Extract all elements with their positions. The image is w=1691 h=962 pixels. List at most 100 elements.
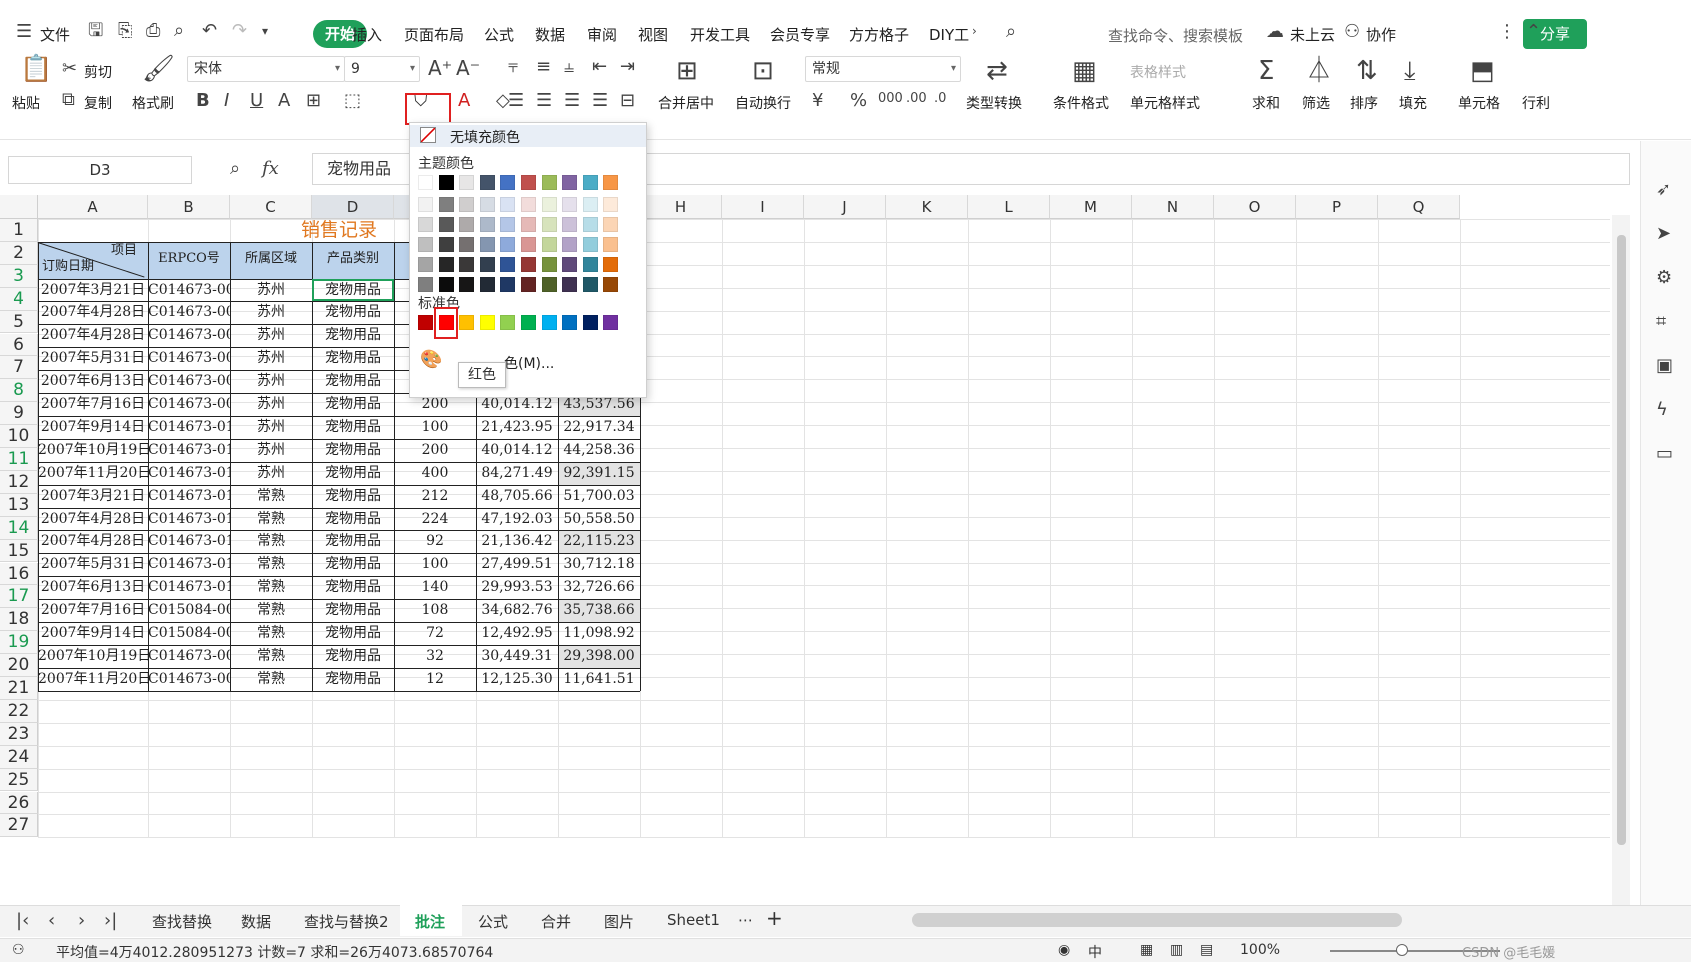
theme-shade-swatch[interactable] [438, 217, 454, 232]
code-cell[interactable]: C014673-012 [148, 462, 230, 485]
normal-view-icon[interactable]: ▦ [1140, 942, 1153, 958]
theme-shade-swatch[interactable] [603, 217, 619, 232]
standard-color-swatch[interactable] [459, 315, 475, 330]
standard-color-swatch[interactable] [582, 315, 598, 330]
select-pointer-icon[interactable]: ➤ [1656, 225, 1671, 243]
thousands-icon[interactable]: 000 [878, 92, 903, 105]
row-header[interactable]: 27 [0, 814, 38, 838]
horizontal-scroll-thumb[interactable] [912, 913, 1402, 927]
column-header[interactable]: B [148, 195, 230, 219]
file-menu[interactable]: 文件 [40, 24, 70, 45]
code-cell[interactable]: C014673-014 [148, 508, 230, 531]
region-cell[interactable]: 常熟 [230, 508, 312, 531]
tab-review[interactable]: 审阅 [587, 24, 617, 45]
column-header[interactable]: L [968, 195, 1050, 219]
date-cell[interactable]: 2007年9月14日 [38, 622, 148, 645]
qty-cell[interactable]: 32 [394, 645, 476, 668]
print-preview-icon[interactable]: ⌕ [174, 22, 184, 40]
category-cell[interactable]: 宠物用品 [312, 370, 394, 393]
row-header[interactable]: 20 [0, 654, 38, 677]
amount-cell[interactable]: 12,492.95 [476, 622, 558, 645]
zoom-icon[interactable]: ⌕ [230, 160, 240, 178]
italic-icon[interactable]: I [224, 92, 229, 110]
theme-color-swatch[interactable] [459, 175, 475, 190]
format-painter-button[interactable]: 格式刷 [132, 93, 174, 113]
number-format-select[interactable]: 常规 ▾ [805, 56, 961, 82]
code-cell[interactable]: C015084-002 [148, 622, 230, 645]
sheet-tab-formulas[interactable]: 公式 [478, 911, 508, 932]
zoom-level[interactable]: 100% [1240, 942, 1280, 958]
merge-center-button[interactable]: 合并居中 [658, 93, 714, 113]
theme-color-swatch[interactable] [582, 175, 598, 190]
theme-shade-swatch[interactable] [500, 237, 516, 252]
copy-button[interactable]: 复制 [84, 93, 112, 113]
date-cell[interactable]: 2007年10月19日 [38, 439, 148, 462]
qty-cell[interactable]: 140 [394, 576, 476, 599]
select-all-corner[interactable] [0, 195, 38, 219]
quick-access-dropdown-icon[interactable]: ▾ [262, 25, 268, 37]
decrease-decimal-icon[interactable]: .0 [934, 92, 946, 105]
table-style-button[interactable]: 表格样式 [1130, 62, 1186, 82]
cost-cell[interactable]: 11,641.51 [558, 668, 640, 691]
column-header[interactable]: P [1296, 195, 1378, 219]
theme-shade-swatch[interactable] [500, 277, 516, 292]
book-icon[interactable]: ▭ [1656, 445, 1673, 463]
collapse-ribbon-icon[interactable]: ⌃ [1526, 23, 1541, 41]
more-sheets-icon[interactable]: ⋯ [738, 911, 753, 929]
theme-shade-swatch[interactable] [459, 257, 475, 272]
first-sheet-icon[interactable]: |‹ [16, 912, 29, 930]
macro-icon[interactable]: ⚇ [12, 942, 25, 958]
code-cell[interactable]: C014673-016 [148, 553, 230, 576]
category-cell[interactable]: 宠物用品 [312, 530, 394, 553]
font-size-select[interactable]: 9 ▾ [344, 56, 420, 82]
amount-cell[interactable]: 12,125.30 [476, 668, 558, 691]
name-box[interactable]: D3 [8, 156, 192, 184]
increase-decimal-icon[interactable]: .00 [906, 92, 927, 105]
amount-cell[interactable]: 21,423.95 [476, 416, 558, 439]
theme-shade-swatch[interactable] [500, 217, 516, 232]
region-cell[interactable]: 常熟 [230, 668, 312, 691]
qty-cell[interactable]: 72 [394, 622, 476, 645]
theme-shade-swatch[interactable] [541, 217, 557, 232]
standard-color-swatch[interactable] [562, 315, 578, 330]
qty-cell[interactable]: 100 [394, 553, 476, 576]
row-col-button[interactable]: 行利 [1522, 93, 1550, 113]
date-cell[interactable]: 2007年11月20日 [38, 462, 148, 485]
date-cell[interactable]: 2007年4月28日 [38, 324, 148, 347]
cost-cell[interactable]: 11,098.92 [558, 622, 640, 645]
row-header[interactable]: 10 [0, 425, 38, 448]
theme-shade-swatch[interactable] [459, 217, 475, 232]
crop-icon[interactable]: ⌗ [1656, 313, 1666, 331]
cell-button[interactable]: 单元格 [1458, 93, 1500, 113]
bold-icon[interactable]: B [196, 92, 210, 110]
category-cell[interactable]: 宠物用品 [312, 622, 394, 645]
row-header[interactable]: 17 [0, 585, 38, 609]
date-cell[interactable]: 2007年3月21日 [38, 279, 148, 302]
code-cell[interactable]: C014673-005 [148, 301, 230, 324]
column-header[interactable]: C [230, 195, 312, 219]
currency-icon[interactable]: ¥ [812, 92, 823, 110]
image-icon[interactable]: ▣ [1656, 357, 1673, 375]
theme-shade-swatch[interactable] [459, 237, 475, 252]
redo-icon[interactable]: ↷ [232, 22, 247, 40]
code-cell[interactable]: C014673-001 [148, 645, 230, 668]
more-tabs-icon[interactable]: › [972, 25, 977, 37]
filter-button[interactable]: 筛选 [1302, 93, 1330, 113]
sheet-tab-sheet1[interactable]: Sheet1 [667, 911, 720, 929]
underline-icon[interactable]: U [250, 92, 263, 110]
sheet-tab-images[interactable]: 图片 [604, 911, 634, 932]
amount-cell[interactable]: 40,014.12 [476, 439, 558, 462]
code-cell[interactable]: C014673-002 [148, 668, 230, 691]
theme-color-swatch[interactable] [500, 175, 516, 190]
row-header[interactable]: 2 [0, 241, 38, 265]
date-cell[interactable]: 2007年4月28日 [38, 301, 148, 324]
theme-shade-swatch[interactable] [582, 277, 598, 292]
date-cell[interactable]: 2007年5月31日 [38, 347, 148, 370]
code-cell[interactable]: C014673-009 [148, 393, 230, 416]
font-name-select[interactable]: 宋体 ▾ [187, 56, 345, 82]
cell-style-button[interactable]: 单元格样式 [1130, 93, 1200, 113]
region-cell[interactable]: 常熟 [230, 530, 312, 553]
lightning-icon[interactable]: ϟ [1656, 401, 1668, 419]
fill-button[interactable]: 填充 [1399, 93, 1427, 113]
region-cell[interactable]: 苏州 [230, 462, 312, 485]
